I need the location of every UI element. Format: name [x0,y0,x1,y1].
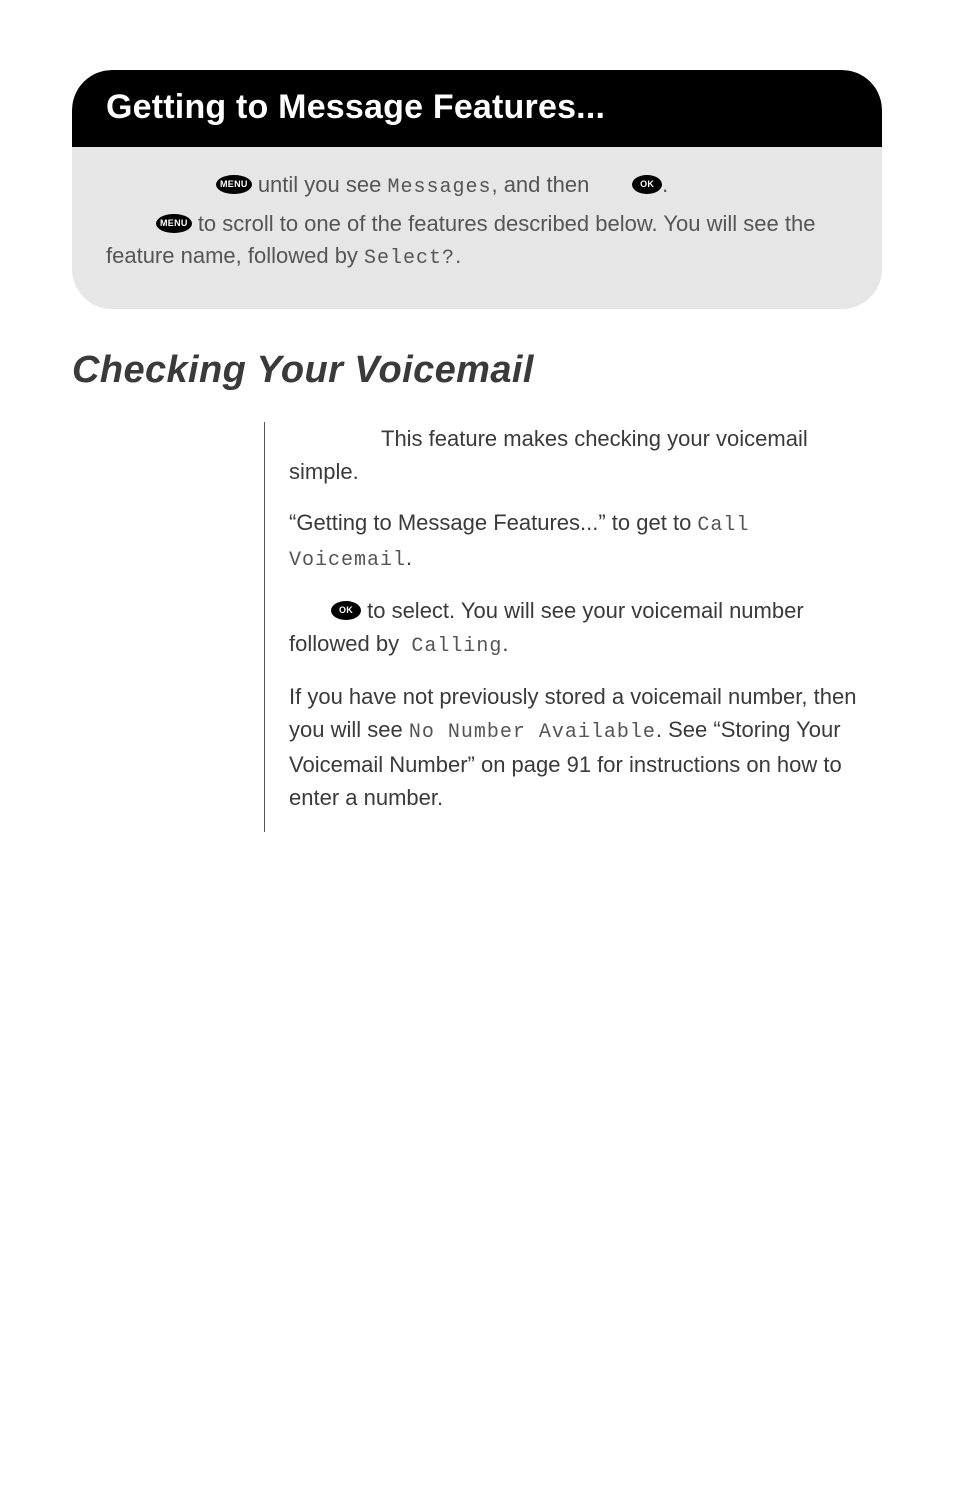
body-p3: OK to select. You will see your voicemai… [289,594,862,662]
content-columns: This feature makes checking your voicema… [72,422,882,832]
left-column [72,422,265,832]
body-p1: This feature makes checking your voicema… [289,422,862,488]
heading-block: Getting to Message Features... MENU unti… [72,70,882,309]
heading-line2-mono: Select? [364,247,455,270]
ok-icon: OK [632,175,662,194]
body-p4: If you have not previously stored a voic… [289,680,862,814]
body-p2-pre: “Getting to Message Features...” to get … [289,510,697,535]
section-title: Checking Your Voicemail [72,349,882,392]
body-p2-end: . [406,545,412,570]
ok-icon: OK [331,601,361,620]
body-p3-end: . [502,631,508,656]
menu-icon: MENU [156,214,192,233]
menu-icon: MENU [216,175,252,194]
body-p3-mono: Calling [411,635,502,658]
body-p2: “Getting to Message Features...” to get … [289,506,862,576]
heading-line1-post: , and then [491,172,595,197]
heading-line1-mono: Messages [387,176,491,199]
right-column: This feature makes checking your voicema… [265,422,882,832]
body-p3-pre: to select. You will see your voicemail n… [289,598,804,656]
heading-body: MENU until you see Messages, and then OK… [72,169,882,273]
heading-line1-end: . [662,172,668,197]
body-p4-mono: No Number Available [409,721,656,744]
heading-line2: MENU to scroll to one of the features de… [106,208,848,273]
heading-line2-end: . [455,243,461,268]
heading-line1: MENU until you see Messages, and then OK… [106,169,848,202]
heading-line1-pre: until you see [252,172,388,197]
heading-bar: Getting to Message Features... [72,70,882,147]
heading-title: Getting to Message Features... [106,88,848,127]
